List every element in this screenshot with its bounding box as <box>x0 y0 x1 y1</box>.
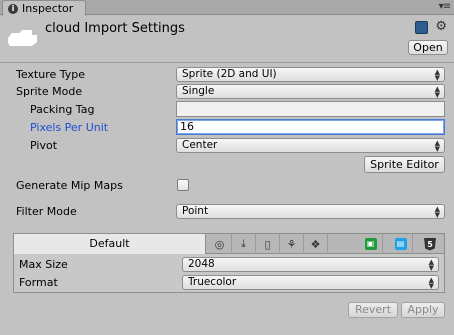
inspector-tab[interactable]: i Inspector <box>2 0 86 16</box>
ios-phone-icon[interactable]: ▯ <box>256 234 280 254</box>
generate-mip-maps-checkbox[interactable] <box>177 179 189 191</box>
format-label: Format <box>19 276 58 289</box>
windows-store-icon-glyph: ▤ <box>394 238 407 250</box>
format-row: Format Truecolor ▲ ▼ <box>14 274 444 292</box>
html5-icon-glyph: 5 <box>424 237 436 251</box>
header-divider <box>0 62 454 63</box>
web-globe-icon[interactable]: ◎ <box>208 234 232 254</box>
pivot-label: Pivot <box>30 139 58 152</box>
inspector-tab-bar: i Inspector ▾≡ <box>0 0 454 16</box>
filter-mode-row: Filter Mode Point ▲ ▼ <box>0 203 454 221</box>
pixels-per-unit-input[interactable]: 16 <box>176 119 445 135</box>
asset-title: cloud Import Settings <box>45 21 185 36</box>
dropdown-arrows-icon: ▲ ▼ <box>428 257 434 272</box>
standalone-download-icon[interactable]: ⤓ <box>232 234 256 254</box>
revert-button[interactable]: Revert <box>348 302 398 318</box>
dropdown-arrows-icon: ▲ ▼ <box>434 84 440 99</box>
asset-thumbnail <box>8 30 37 46</box>
filter-mode-label: Filter Mode <box>16 205 77 218</box>
packing-tag-input[interactable] <box>176 101 445 117</box>
asset-header: cloud Import Settings ⚙ Open <box>0 16 454 60</box>
packing-tag-label: Packing Tag <box>30 103 95 116</box>
dropdown-arrows-icon: ▲ ▼ <box>434 67 440 82</box>
format-dropdown[interactable]: Truecolor ▲ ▼ <box>182 275 439 290</box>
dropdown-arrows-icon: ▲ ▼ <box>434 204 440 219</box>
platform-tabs: Default ◎ ⤓ ▯ ⚘ ❖ ▣ ▤ 5 <box>14 234 444 254</box>
max-size-dropdown[interactable]: 2048 ▲ ▼ <box>182 257 439 272</box>
texture-type-label: Texture Type <box>16 68 86 81</box>
filter-mode-dropdown[interactable]: Point ▲ ▼ <box>176 204 445 219</box>
sprite-mode-label: Sprite Mode <box>16 85 83 98</box>
pivot-row: Pivot Center ▲ ▼ <box>0 137 454 155</box>
android-icon[interactable]: ⚘ <box>280 234 304 254</box>
texture-type-row: Texture Type Sprite (2D and UI) ▲ ▼ <box>0 66 454 84</box>
tab-menu-icon[interactable]: ▾≡ <box>439 1 451 12</box>
max-size-row: Max Size 2048 ▲ ▼ <box>14 256 444 274</box>
inspector-tab-label: Inspector <box>22 2 74 15</box>
tab-default-platform[interactable]: Default <box>14 234 206 254</box>
windows-store-icon[interactable]: ▤ <box>389 234 413 254</box>
generate-mip-maps-label: Generate Mip Maps <box>16 179 123 192</box>
pivot-value: Center <box>182 139 218 151</box>
xbox-store-icon-glyph: ▣ <box>364 238 377 250</box>
dropdown-arrows-icon: ▲ ▼ <box>434 138 440 153</box>
sprite-mode-value: Single <box>182 85 215 97</box>
texture-type-dropdown[interactable]: Sprite (2D and UI) ▲ ▼ <box>176 67 445 82</box>
texture-type-value: Sprite (2D and UI) <box>182 68 277 80</box>
xbox-store-icon[interactable]: ▣ <box>359 234 383 254</box>
generate-mip-maps-row: Generate Mip Maps <box>0 177 454 195</box>
sprite-mode-dropdown[interactable]: Single ▲ ▼ <box>176 84 445 99</box>
open-button[interactable]: Open <box>408 40 448 55</box>
sprite-editor-button[interactable]: Sprite Editor <box>364 156 445 173</box>
help-book-icon[interactable] <box>415 21 428 34</box>
packing-tag-row: Packing Tag <box>0 101 454 119</box>
platform-settings-panel: Default ◎ ⤓ ▯ ⚘ ❖ ▣ ▤ 5 Max Size 2048 ▲ ▼… <box>13 233 445 293</box>
sprite-mode-row: Sprite Mode Single ▲ ▼ <box>0 83 454 101</box>
info-icon: i <box>8 3 18 14</box>
blackberry-icon[interactable]: ❖ <box>304 234 328 254</box>
settings-gear-icon[interactable]: ⚙ <box>435 19 447 34</box>
pivot-dropdown[interactable]: Center ▲ ▼ <box>176 138 445 153</box>
apply-button[interactable]: Apply <box>401 302 445 318</box>
html5-icon[interactable]: 5 <box>418 234 442 254</box>
max-size-value: 2048 <box>188 258 215 270</box>
pixels-per-unit-label: Pixels Per Unit <box>30 121 109 134</box>
format-value: Truecolor <box>188 276 237 288</box>
dropdown-arrows-icon: ▲ ▼ <box>428 275 434 290</box>
filter-mode-value: Point <box>182 205 209 217</box>
pixels-per-unit-row: Pixels Per Unit 16 <box>0 119 454 137</box>
max-size-label: Max Size <box>19 258 68 271</box>
